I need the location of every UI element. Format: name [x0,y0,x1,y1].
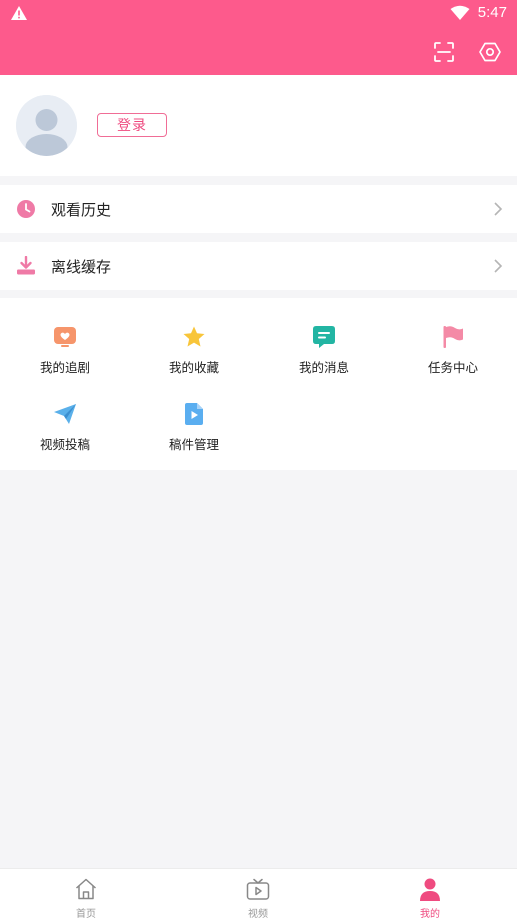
flag-icon [443,326,463,348]
video-file-icon [185,403,203,425]
feature-messages[interactable]: 我的消息 [279,325,369,387]
scan-icon [434,42,454,62]
clock-icon [17,200,35,218]
star-icon [183,326,205,347]
nav-home[interactable]: 首页 [46,875,126,919]
login-button[interactable]: 登录 [97,113,167,137]
user-icon [420,878,440,901]
status-time: 5:47 [477,4,507,21]
bottom-nav: 首页 视频 我的 [0,868,517,919]
feature-label: 视频投稿 [39,437,90,452]
message-icon [313,326,335,348]
feature-label: 我的消息 [298,360,349,375]
nav-video[interactable]: 视频 [218,875,298,919]
heart-tv-icon [54,327,76,347]
nav-label: 首页 [76,909,96,919]
feature-my-series[interactable]: 我的追剧 [20,325,110,387]
gear-icon [479,42,501,62]
nav-label: 我的 [420,909,440,919]
nav-label: 视频 [248,909,268,919]
home-icon [75,878,97,900]
feature-label: 我的收藏 [168,360,219,375]
tv-icon [246,878,270,900]
feature-video-submit[interactable]: 视频投稿 [20,402,110,464]
chevron-right-icon [494,202,503,216]
feature-label: 稿件管理 [168,437,219,452]
nav-mine[interactable]: 我的 [390,875,470,919]
warning-icon [11,6,27,20]
feature-label: 我的追剧 [39,360,90,375]
status-bar-right: 5:47 [450,4,507,21]
wifi-icon [450,5,470,20]
feature-task-center[interactable]: 任务中心 [408,325,498,387]
app-header: 5:47 [0,0,517,75]
feature-favorites[interactable]: 我的收藏 [149,325,239,387]
menu-item-offline-cache[interactable]: 离线缓存 [0,242,517,290]
paper-plane-icon [54,404,76,424]
default-avatar-icon [16,95,77,156]
feature-label: 任务中心 [427,360,478,375]
menu-item-watch-history[interactable]: 观看历史 [0,185,517,233]
feature-manuscript-manage[interactable]: 稿件管理 [149,402,239,464]
avatar[interactable] [16,95,77,156]
feature-grid: 我的追剧 我的收藏 我的消息 任务中心 视频投稿 稿件管理 [0,298,517,470]
chevron-right-icon [494,259,503,273]
scan-button[interactable] [432,40,456,64]
settings-button[interactable] [478,40,502,64]
menu-item-label: 离线缓存 [51,258,112,276]
menu-item-label: 观看历史 [51,201,112,219]
profile-card: 登录 [0,75,517,176]
download-icon [17,256,35,275]
